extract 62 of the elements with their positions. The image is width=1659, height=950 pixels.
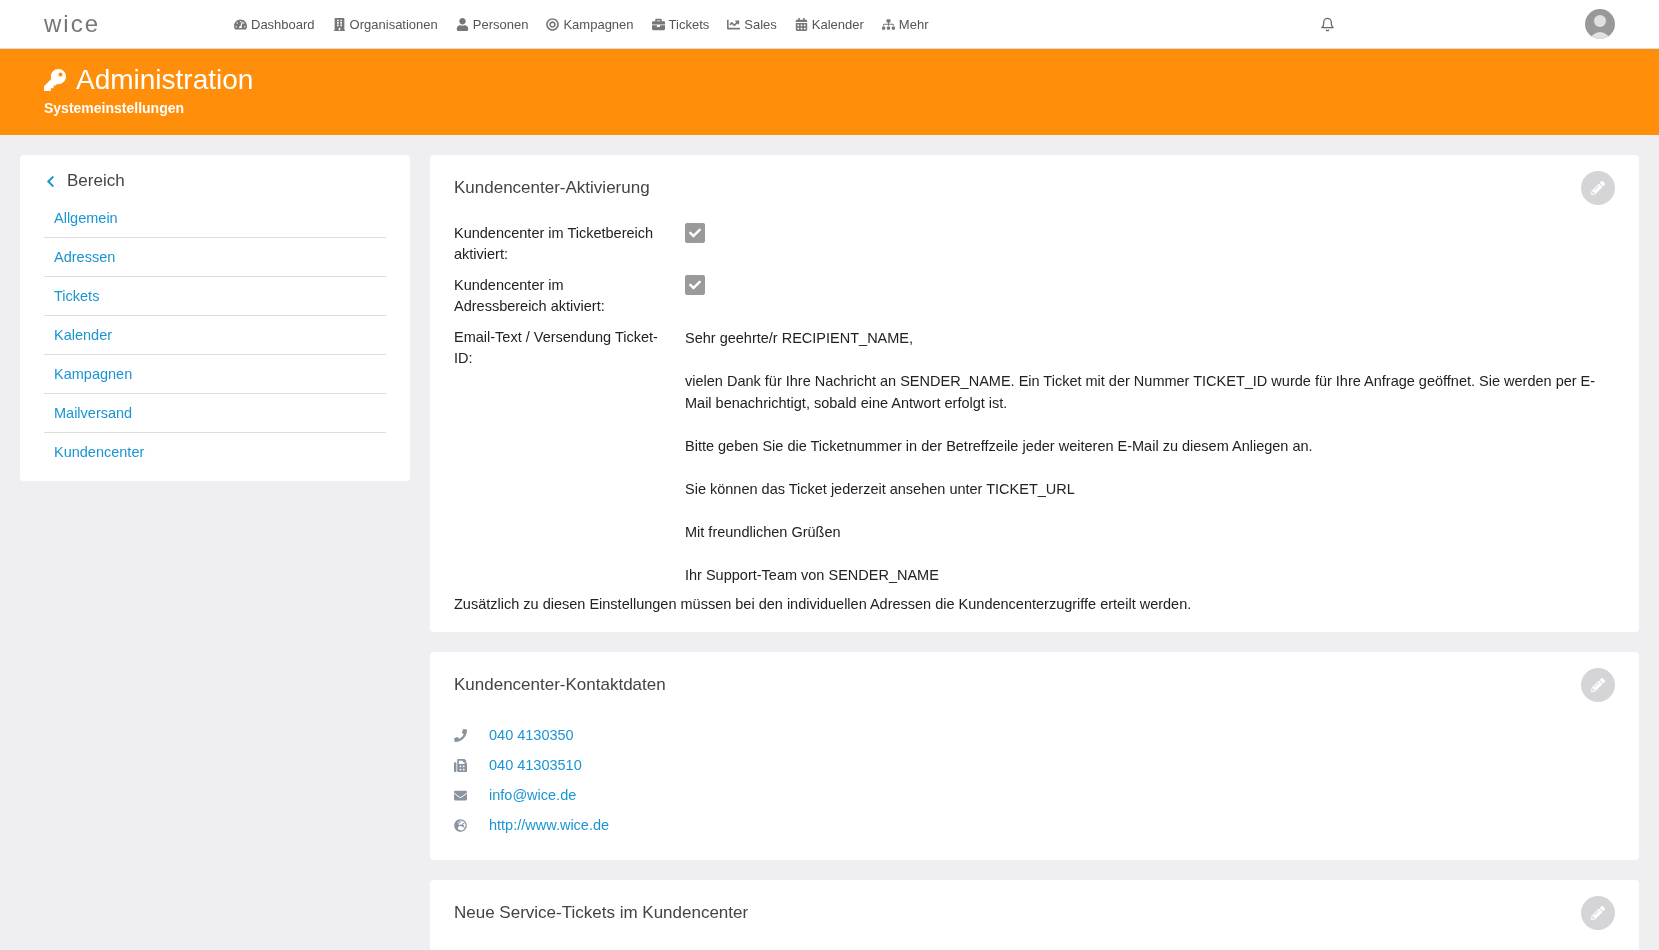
sidebar-item[interactable]: Kampagnen (44, 355, 386, 394)
target-icon (546, 17, 560, 31)
calendar-icon (794, 17, 808, 31)
nav-item[interactable]: Mehr (881, 16, 929, 32)
card-title: Neue Service-Tickets im Kundencenter (454, 903, 749, 923)
email-paragraph: Bitte geben Sie die Ticketnummer in der Betreffzeile jeder weiteren E-Mail zu diesem Anliegen an. (685, 437, 1314, 456)
person-icon (455, 17, 469, 31)
building-icon (332, 17, 346, 31)
field-label: Email-Text / Versendung Ticket-ID: (454, 328, 659, 368)
phone-icon (454, 728, 467, 742)
nav-item[interactable]: Dashboard (234, 16, 315, 32)
briefcase-icon (651, 17, 665, 31)
check-icon (689, 279, 701, 291)
sidebar-item[interactable]: Adressen (44, 238, 386, 277)
contact-link[interactable]: 040 41303510 (489, 757, 582, 773)
line-chart-icon (727, 17, 741, 31)
bell-icon[interactable] (1320, 16, 1335, 32)
email-paragraph: Sie können das Ticket jederzeit ansehen unter TICKET_URL (685, 480, 1076, 499)
card-title: Kundencenter-Aktivierung (454, 178, 650, 198)
edit-button[interactable] (1581, 171, 1615, 205)
sidebar-title: Bereich (67, 171, 125, 191)
edit-button[interactable] (1581, 896, 1615, 930)
contact-link[interactable]: info@wice.de (489, 787, 577, 803)
nav-item[interactable]: Kalender (794, 16, 864, 32)
nav-item[interactable]: Tickets (651, 16, 710, 32)
sidebar-item[interactable]: Allgemein (44, 199, 386, 238)
field-label: Kundencenter im Adressbereich aktiviert: (454, 276, 606, 316)
email-paragraph: Sehr geehrte/r RECIPIENT_NAME, (685, 329, 915, 348)
sidebar-item[interactable]: Mailversand (44, 394, 386, 433)
sidebar-item[interactable]: Kalender (44, 316, 386, 355)
contact-link[interactable]: 040 4130350 (489, 727, 574, 743)
sidebar-item[interactable]: Tickets (44, 277, 386, 316)
globe-icon (454, 818, 467, 832)
gauge-icon (234, 17, 247, 31)
sidebar-item[interactable]: Kundencenter (44, 433, 386, 471)
check-icon (689, 227, 701, 239)
sitemap-icon (881, 17, 895, 31)
checkbox[interactable] (685, 275, 705, 295)
nav-item[interactable]: Kampagnen (546, 16, 634, 32)
key-icon (44, 69, 66, 91)
page-subtitle: Systemeinstellungen (44, 100, 186, 116)
back-icon[interactable] (44, 174, 57, 188)
edit-button[interactable] (1581, 668, 1615, 702)
field-label: Kundencenter im Ticketbereich aktiviert: (454, 224, 655, 264)
note-text: Zusätzlich zu diesen Einstellungen müssen bei den individuellen Adressen die Kundencenterzugriffe erteilt werden. (454, 596, 1193, 612)
nav-item[interactable]: Personen (455, 16, 529, 32)
email-paragraph: Mit freundlichen Grüßen (685, 523, 842, 542)
fax-icon (454, 758, 467, 772)
nav-item[interactable]: Sales (727, 16, 777, 32)
email-paragraph: vielen Dank für Ihre Nachricht an SENDER_NAME. Ein Ticket mit der Nummer TICKET_ID wurde für Ihre Anfrage geöffnet. Sie werden per E-Mail benachrichtigt, sobald eine Antwort erfolgt ist. (685, 372, 1597, 413)
nav-item[interactable]: Organisationen (332, 16, 438, 32)
pencil-icon (1591, 906, 1605, 920)
pencil-icon (1591, 678, 1605, 692)
envelope-icon (454, 788, 467, 802)
checkbox[interactable] (685, 223, 705, 243)
contact-link[interactable]: http://www.wice.de (489, 817, 610, 833)
card-title: Kundencenter-Kontaktdaten (454, 675, 666, 695)
email-paragraph: Ihr Support-Team von SENDER_NAME (685, 566, 940, 585)
page-title: Administration (76, 64, 254, 96)
avatar[interactable] (1585, 9, 1615, 39)
pencil-icon (1591, 181, 1605, 195)
logo[interactable]: wice (44, 10, 234, 38)
